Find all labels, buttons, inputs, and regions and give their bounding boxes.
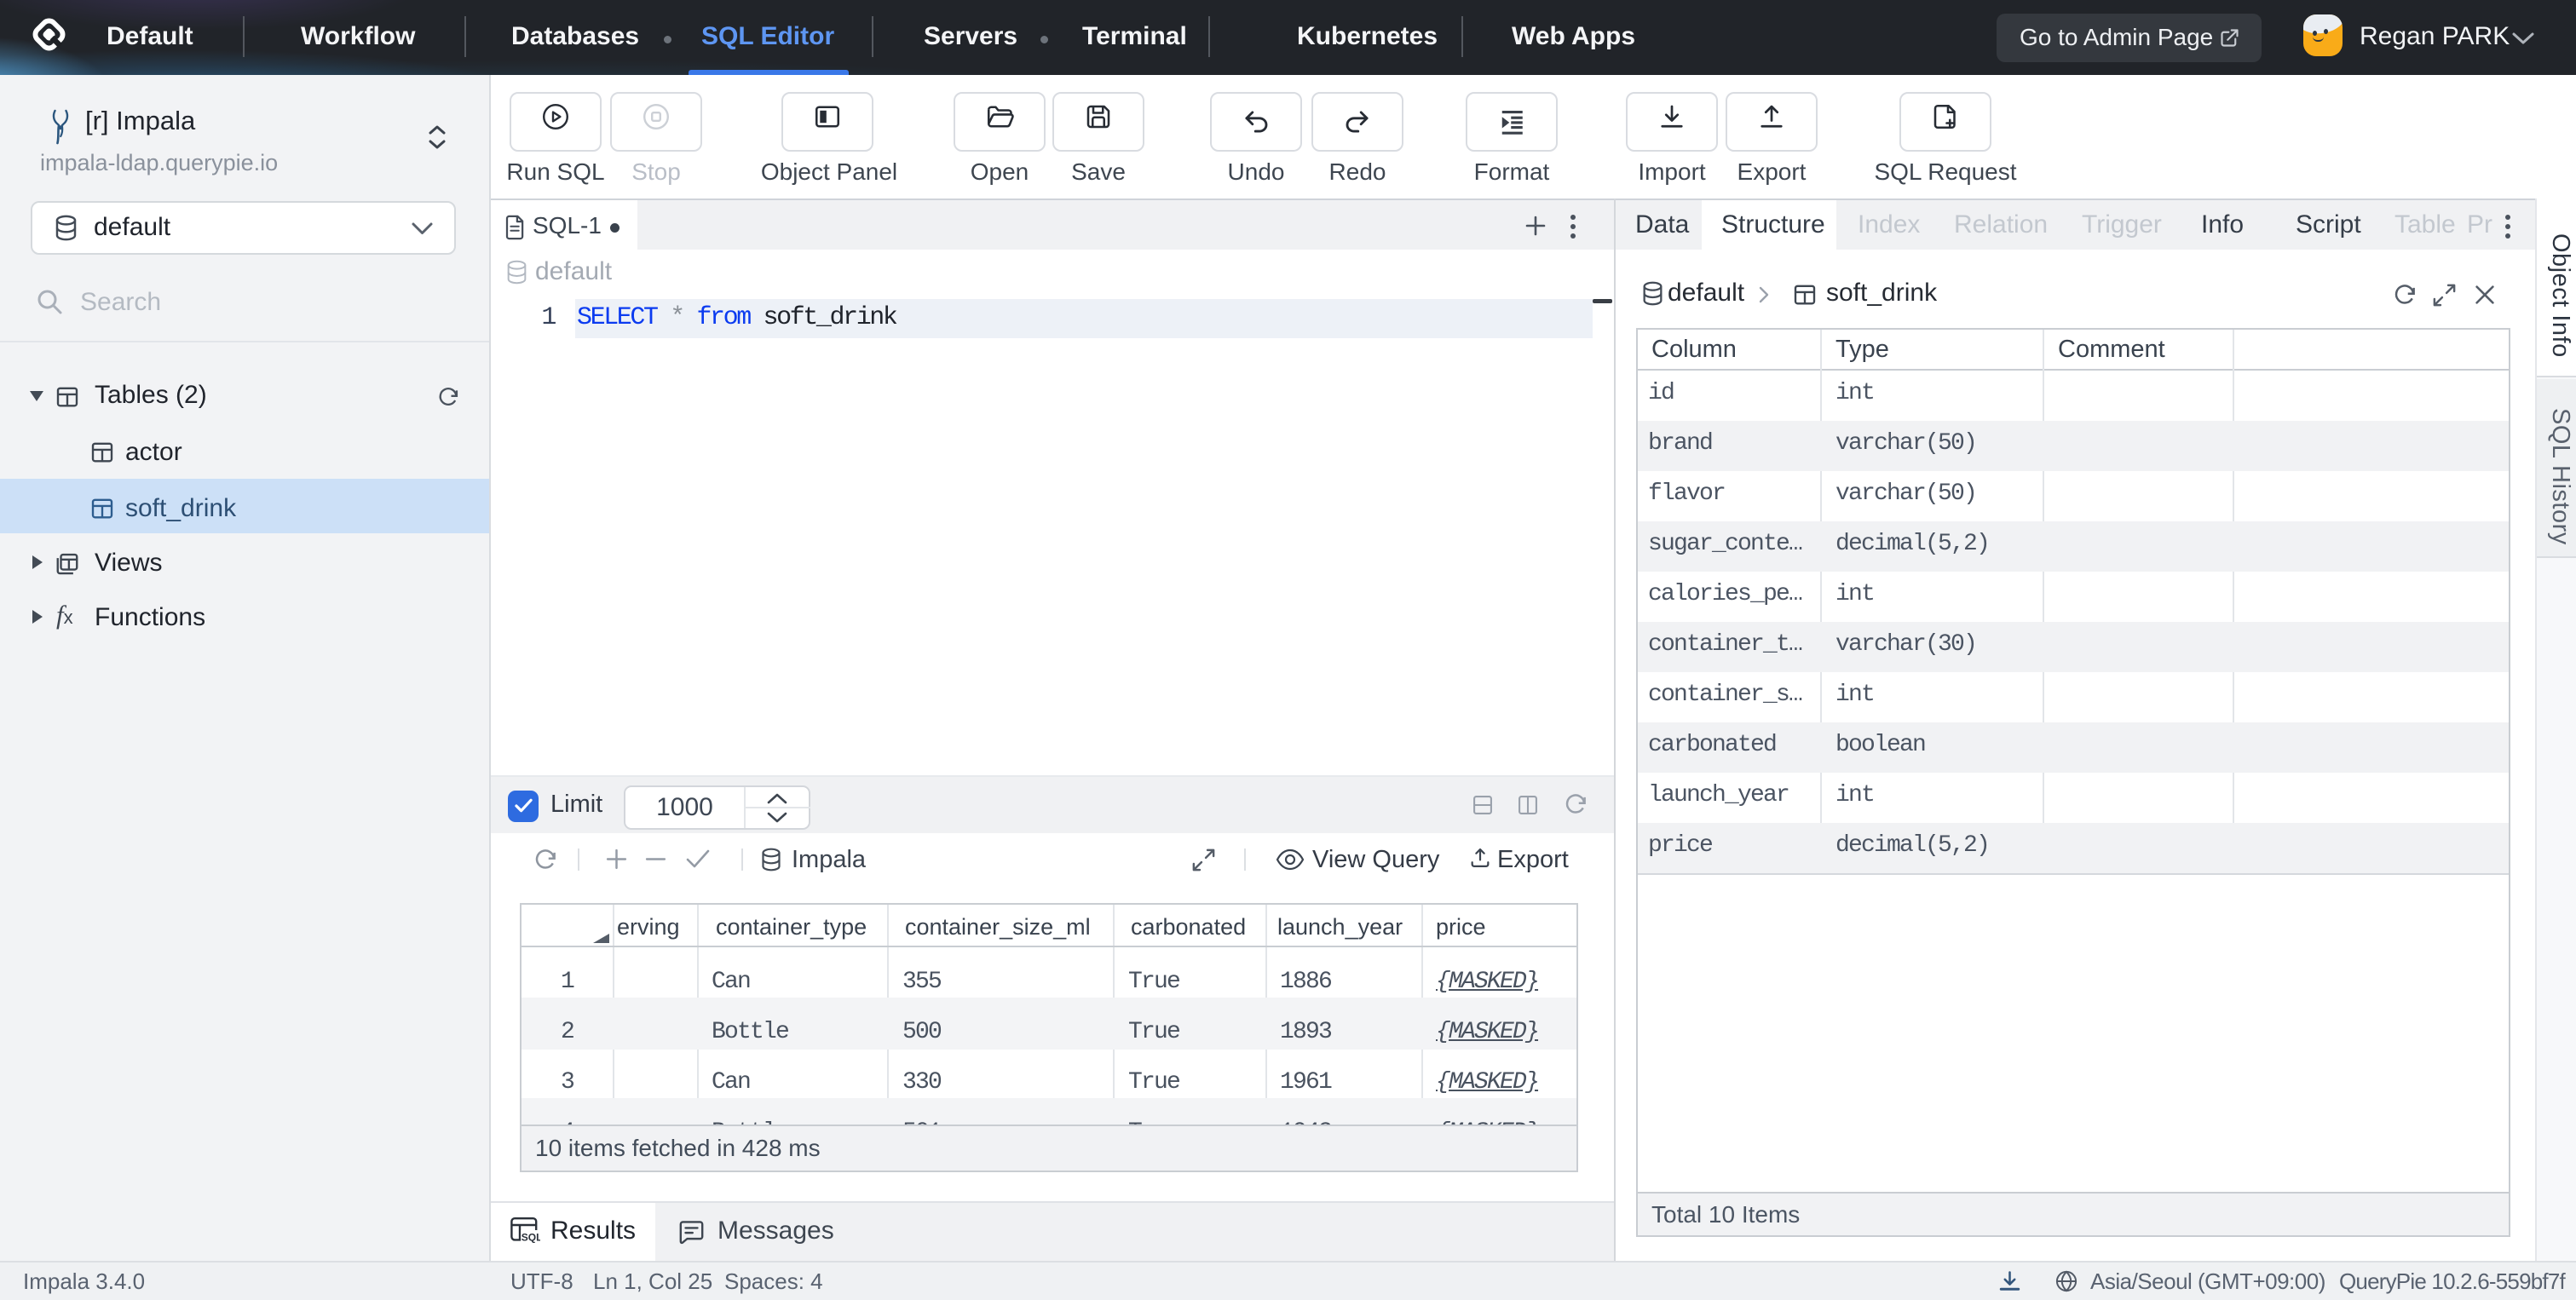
svg-text:SQL: SQL	[522, 1232, 540, 1244]
